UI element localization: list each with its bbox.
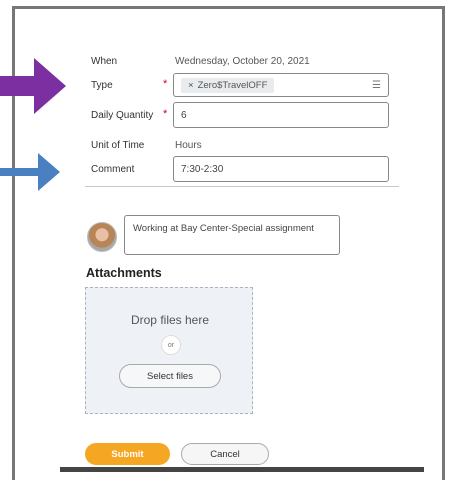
- when-label: When: [91, 56, 118, 67]
- type-selected-value: Zero$TravelOFF: [197, 79, 268, 91]
- unit-of-time-value: Hours: [175, 140, 202, 151]
- daily-quantity-value: 6: [181, 109, 187, 121]
- cancel-button[interactable]: Cancel: [181, 443, 269, 465]
- file-dropzone[interactable]: Drop files here or Select files: [85, 287, 253, 414]
- attachments-title: Attachments: [86, 266, 162, 280]
- or-separator: or: [161, 335, 181, 355]
- daily-quantity-input[interactable]: 6: [173, 102, 389, 128]
- type-label: Type: [91, 80, 113, 91]
- type-selected-pill[interactable]: × Zero$TravelOFF: [181, 77, 275, 93]
- activity-comment-box[interactable]: Working at Bay Center-Special assignment: [124, 215, 340, 255]
- drop-files-text: Drop files here: [130, 313, 210, 327]
- type-input[interactable]: × Zero$TravelOFF ☰: [173, 73, 389, 97]
- comment-arrow-icon: [0, 153, 60, 191]
- type-arrow-icon: [0, 58, 66, 114]
- select-files-button[interactable]: Select files: [119, 364, 221, 388]
- list-icon[interactable]: ☰: [372, 80, 381, 91]
- daily-quantity-label: Daily Quantity: [91, 110, 154, 121]
- avatar: [87, 222, 117, 252]
- when-value: Wednesday, October 20, 2021: [175, 56, 310, 67]
- submit-button[interactable]: Submit: [85, 443, 170, 465]
- comment-input[interactable]: 7:30-2:30: [173, 156, 389, 182]
- section-divider: [85, 186, 399, 187]
- type-required-marker: *: [163, 78, 168, 90]
- comment-value: 7:30-2:30: [181, 163, 224, 175]
- bottom-border-bar: [60, 467, 424, 472]
- activity-comment-text: Working at Bay Center-Special assignment: [133, 223, 314, 234]
- unit-of-time-label: Unit of Time: [91, 140, 145, 151]
- daily-quantity-required-marker: *: [163, 108, 168, 120]
- close-icon[interactable]: ×: [188, 80, 194, 91]
- comment-label: Comment: [91, 164, 135, 175]
